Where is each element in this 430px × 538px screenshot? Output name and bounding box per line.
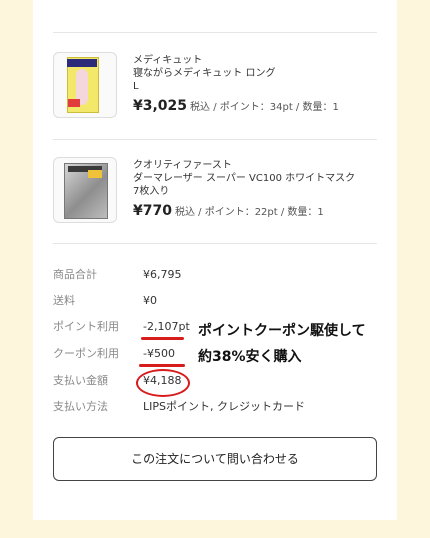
- item-price: ¥770: [133, 203, 172, 219]
- item-brand: メディキュット: [133, 55, 203, 66]
- summary-label: 支払い金額: [53, 374, 108, 387]
- summary-value: -2,107pt: [143, 320, 190, 333]
- summary-value: ¥0: [143, 294, 157, 307]
- order-detail-card: メディキュット 寝ながらメディキュット ロング L ¥3,025 税込 / ポイン…: [33, 0, 397, 520]
- item-info: メディキュット 寝ながらメディキュット ロング L ¥3,025 税込 / ポイン…: [133, 54, 377, 114]
- item-name: 寝ながらメディキュット ロング: [133, 68, 276, 79]
- summary-label: 支払い方法: [53, 400, 108, 413]
- annotation-line-2: 約38%安く購入: [198, 349, 302, 365]
- divider: [53, 243, 377, 244]
- red-circle-total: [136, 369, 190, 397]
- summary-label: ポイント利用: [53, 320, 119, 333]
- red-underline-coupon: [139, 364, 185, 367]
- compression-socks-package-icon[interactable]: [53, 52, 117, 118]
- item-variant: L: [133, 81, 139, 92]
- item-brand: クオリティファースト: [133, 160, 232, 171]
- summary-label: 送料: [53, 294, 75, 307]
- annotation-line-1: ポイントクーポン駆使して: [198, 323, 366, 339]
- summary-value: -¥500: [143, 347, 175, 360]
- summary-value: ¥6,795: [143, 268, 182, 281]
- summary-label: クーポン利用: [53, 347, 119, 360]
- face-mask-package-icon[interactable]: [53, 157, 117, 223]
- item-price-line: ¥3,025 税込 / ポイント：34pt / 数量：1: [133, 98, 377, 114]
- divider: [53, 32, 377, 33]
- summary-label: 商品合計: [53, 268, 97, 281]
- item-name: ダーマレーザー スーパー VC100 ホワイトマスク: [133, 173, 356, 184]
- order-item[interactable]: クオリティファースト ダーマレーザー スーパー VC100 ホワイトマスク 7枚…: [53, 157, 377, 223]
- item-price-line: ¥770 税込 / ポイント：22pt / 数量：1: [133, 203, 377, 219]
- item-meta: 税込 / ポイント：34pt / 数量：1: [190, 102, 339, 113]
- red-underline-points: [141, 337, 184, 340]
- summary-value: LIPSポイント, クレジットカード: [143, 400, 305, 413]
- annotation-text: ポイントクーポン駆使して 約38%安く購入: [198, 318, 423, 370]
- inquiry-button[interactable]: この注文について問い合わせる: [53, 437, 377, 481]
- item-meta: 税込 / ポイント：22pt / 数量：1: [174, 207, 324, 218]
- order-item[interactable]: メディキュット 寝ながらメディキュット ロング L ¥3,025 税込 / ポイン…: [53, 52, 377, 118]
- item-price: ¥3,025: [133, 98, 188, 114]
- item-variant: 7枚入り: [133, 186, 170, 197]
- divider: [53, 139, 377, 140]
- item-info: クオリティファースト ダーマレーザー スーパー VC100 ホワイトマスク 7枚…: [133, 159, 377, 219]
